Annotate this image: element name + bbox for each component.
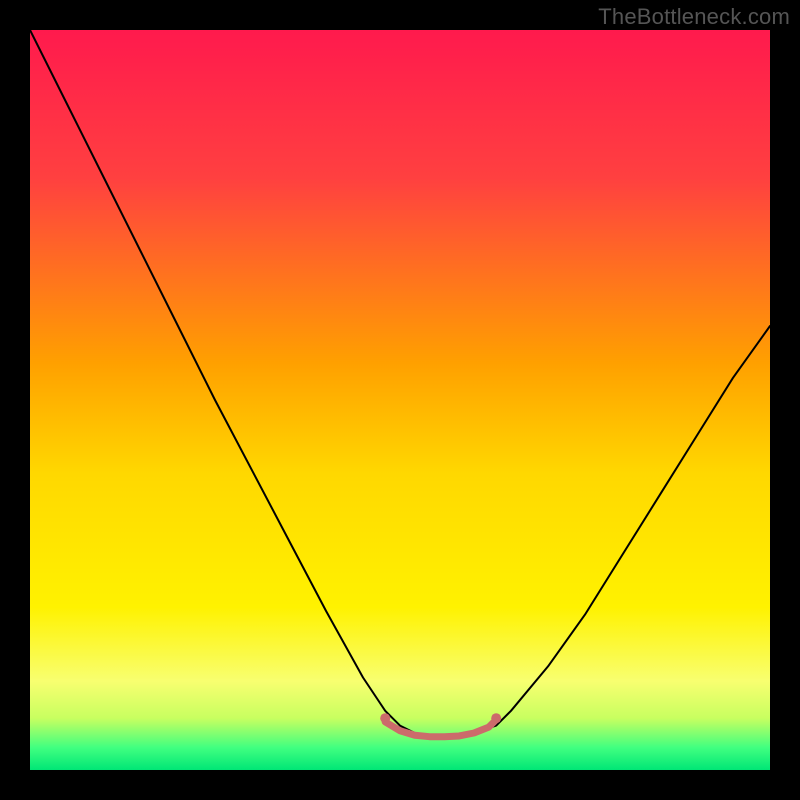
- chart-frame: TheBottleneck.com: [0, 0, 800, 800]
- band-right-dot: [491, 713, 501, 723]
- band-left-dot: [380, 713, 390, 723]
- plot-area: [30, 30, 770, 770]
- watermark-text: TheBottleneck.com: [598, 4, 790, 30]
- plot-svg: [30, 30, 770, 770]
- gradient-background: [30, 30, 770, 770]
